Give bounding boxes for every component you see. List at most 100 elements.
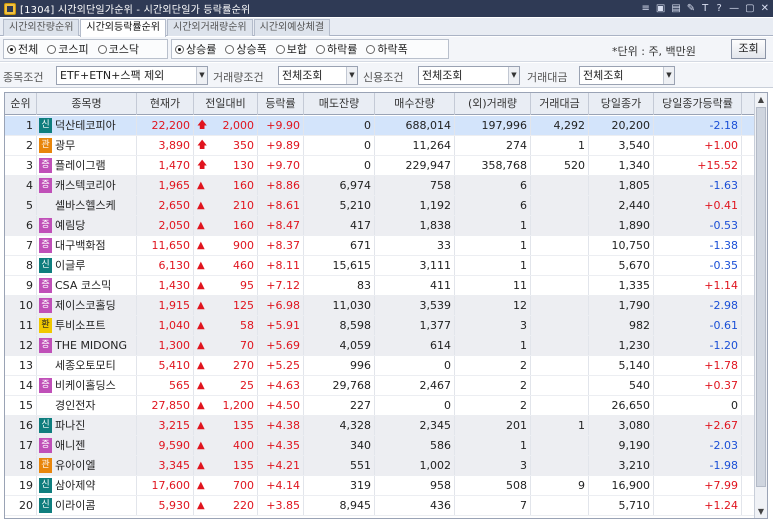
scroll-down-icon[interactable]: ▼ bbox=[755, 505, 767, 518]
save-screen-icon[interactable]: ▣ bbox=[656, 3, 665, 14]
radio-market-all[interactable]: 전체 bbox=[7, 41, 38, 57]
item-condition-select[interactable]: ETF+ETN+스팩 제외 ▼ bbox=[56, 66, 208, 85]
amount-condition-select[interactable]: 전체조회 ▼ bbox=[579, 66, 675, 85]
cell-stock-name[interactable]: 세종오토모티 bbox=[37, 356, 137, 375]
cell-stock-name[interactable]: 관 광무 bbox=[37, 136, 137, 155]
cell-diff: ▲ 135 bbox=[194, 416, 258, 435]
tab-overtime-volume[interactable]: 시간외거래량순위 bbox=[167, 19, 253, 36]
menu-icon[interactable]: ≡ bbox=[641, 3, 649, 14]
column-header-sell-qty[interactable]: 매도잔량 bbox=[304, 93, 375, 115]
cell-stock-name[interactable]: 증 THE MIDONG bbox=[37, 336, 137, 355]
column-header-buy-qty[interactable]: 매수잔량 bbox=[375, 93, 455, 115]
table-row[interactable]: 11 환 투비소프트 1,040 ▲ 58 +5.91 8,598 1,377 3 982 -0.61 bbox=[5, 316, 755, 336]
market-radio-group: 전체 코스피 코스닥 bbox=[3, 39, 168, 59]
table-row[interactable]: 13 세종오토모티 5,410 ▲ 270 +5.25 996 0 2 5,140 +1.78 bbox=[5, 356, 755, 376]
tab-overtime-expected[interactable]: 시간외예상체결 bbox=[253, 19, 331, 36]
cell-volume: 3 bbox=[455, 456, 531, 475]
cell-stock-name[interactable]: 증 대구백화점 bbox=[37, 236, 137, 255]
table-row[interactable]: 7 증 대구백화점 11,650 ▲ 900 +8.37 671 33 1 10,750 -1.38 bbox=[5, 236, 755, 256]
column-header-diff[interactable]: 전일대비 bbox=[194, 93, 258, 115]
filter-row-market: 전체 코스피 코스닥 상승률 상승폭 보합 하락률 하락폭 *단위 : 주, 백… bbox=[0, 37, 773, 62]
radio-market-kospi[interactable]: 코스피 bbox=[47, 41, 89, 57]
table-row[interactable]: 17 증 애니젠 9,590 ▲ 400 +4.35 340 586 1 9,190 -2.03 bbox=[5, 436, 755, 456]
cell-stock-name[interactable]: 증 플레이그램 bbox=[37, 156, 137, 175]
cell-close-rate: -0.53 bbox=[654, 216, 742, 235]
table-row[interactable]: 2 관 광무 3,890 🡅 350 +9.89 0 11,264 274 1 3,540 +1.00 bbox=[5, 136, 755, 156]
cell-volume: 6 bbox=[455, 196, 531, 215]
query-button[interactable]: 조회 bbox=[731, 39, 766, 59]
cell-amount bbox=[531, 256, 589, 275]
cell-stock-name[interactable]: 관 유아이엘 bbox=[37, 456, 137, 475]
table-row[interactable]: 10 증 제이스코홀딩 1,915 ▲ 125 +6.98 11,030 3,539 12 1,79… bbox=[5, 296, 755, 316]
cell-rate: +8.47 bbox=[258, 216, 304, 235]
cell-stock-name[interactable]: 증 캐스텍코리아 bbox=[37, 176, 137, 195]
market-badge: 관 bbox=[39, 458, 52, 473]
unit-label: *단위 : 주, 백만원 bbox=[612, 45, 696, 58]
cell-stock-name[interactable]: 증 비케이홀딩스 bbox=[37, 376, 137, 395]
credit-condition-select[interactable]: 전체조회 ▼ bbox=[418, 66, 520, 85]
table-row[interactable]: 16 신 파나진 3,215 ▲ 135 +4.38 4,328 2,345 201 1 3,080 +… bbox=[5, 416, 755, 436]
table-row[interactable]: 9 증 CSA 코스믹 1,430 ▲ 95 +7.12 83 411 11 1,335 +1.14 bbox=[5, 276, 755, 296]
help-icon[interactable]: ? bbox=[715, 3, 723, 14]
cell-stock-name[interactable]: 환 투비소프트 bbox=[37, 316, 137, 335]
cell-stock-name[interactable]: 증 CSA 코스믹 bbox=[37, 276, 137, 295]
cell-sell-qty: 15,615 bbox=[304, 256, 375, 275]
cell-stock-name[interactable]: 신 이글루 bbox=[37, 256, 137, 275]
cell-stock-name[interactable]: 증 애니젠 bbox=[37, 436, 137, 455]
table-row[interactable]: 15 경인전자 27,850 ▲ 1,200 +4.50 227 0 2 26,650 0 bbox=[5, 396, 755, 416]
table-row[interactable]: 8 신 이글루 6,130 ▲ 460 +8.11 15,615 3,111 1 5,670 -0.3… bbox=[5, 256, 755, 276]
cell-stock-name[interactable]: 증 예림당 bbox=[37, 216, 137, 235]
scroll-thumb[interactable] bbox=[756, 107, 766, 487]
table-row[interactable]: 6 증 예림당 2,050 ▲ 160 +8.47 417 1,838 1 1,890 -0.53 bbox=[5, 216, 755, 236]
column-header-amount[interactable]: 거래대금 bbox=[531, 93, 589, 115]
table-row[interactable]: 1 신 덕산테코피아 22,200 🡅 2,000 +9.90 0 688,014 197,996… bbox=[5, 116, 755, 136]
cell-stock-name[interactable]: 신 파나진 bbox=[37, 416, 137, 435]
radio-rank-rise-amount[interactable]: 상승폭 bbox=[225, 41, 267, 57]
table-row[interactable]: 5 셀바스헬스케 2,650 ▲ 210 +8.61 5,210 1,192 6 2,440 +0.… bbox=[5, 196, 755, 216]
cell-stock-name[interactable]: 셀바스헬스케 bbox=[37, 196, 137, 215]
layout-icon[interactable]: ▤ bbox=[671, 3, 680, 14]
table-row[interactable]: 19 신 삼아제약 17,600 ▲ 700 +4.14 319 958 508 9 16,900 +7… bbox=[5, 476, 755, 496]
radio-rank-flat[interactable]: 보합 bbox=[275, 41, 307, 57]
cell-stock-name[interactable]: 신 덕산테코피아 bbox=[37, 116, 137, 135]
cell-stock-name[interactable]: 증 제이스코홀딩 bbox=[37, 296, 137, 315]
cell-diff: ▲ 460 bbox=[194, 256, 258, 275]
column-header-price[interactable]: 현재가 bbox=[137, 93, 194, 115]
table-row[interactable]: 3 증 플레이그램 1,470 🡅 130 +9.70 0 229,947 358,768 520 1… bbox=[5, 156, 755, 176]
table-row[interactable]: 18 관 유아이엘 3,345 ▲ 135 +4.21 551 1,002 3 3,210 -1.98 bbox=[5, 456, 755, 476]
cell-stock-name[interactable]: 신 이라이콤 bbox=[37, 496, 137, 515]
market-badge bbox=[39, 398, 52, 413]
scroll-up-icon[interactable]: ▲ bbox=[755, 93, 767, 106]
memo-icon[interactable]: ✎ bbox=[687, 3, 695, 14]
column-header-name[interactable]: 종목명 bbox=[37, 93, 137, 115]
table-row[interactable]: 14 증 비케이홀딩스 565 ▲ 25 +4.63 29,768 2,467 2 540 +0.37 bbox=[5, 376, 755, 396]
cell-amount: 4,292 bbox=[531, 116, 589, 135]
vertical-scrollbar[interactable]: ▲ ▼ bbox=[754, 93, 767, 518]
column-header-close-rate[interactable]: 당일종가등락률 bbox=[654, 93, 742, 115]
tab-overtime-change-rate[interactable]: 시간외등락률순위 bbox=[80, 19, 167, 37]
maximize-icon[interactable]: ▢ bbox=[745, 3, 754, 14]
radio-rank-fall-amount[interactable]: 하락폭 bbox=[366, 41, 408, 57]
table-row[interactable]: 12 증 THE MIDONG 1,300 ▲ 70 +5.69 4,059 614 1 1,230… bbox=[5, 336, 755, 356]
column-header-rank[interactable]: 순위 bbox=[5, 93, 37, 115]
cell-rate: +4.35 bbox=[258, 436, 304, 455]
table-row[interactable]: 4 증 캐스텍코리아 1,965 ▲ 160 +8.86 6,974 758 6 1,805 -1.6… bbox=[5, 176, 755, 196]
cell-stock-name[interactable]: 경인전자 bbox=[37, 396, 137, 415]
column-header-volume[interactable]: (외)거래량 bbox=[455, 93, 531, 115]
font-size-icon[interactable]: T bbox=[701, 3, 709, 14]
market-badge: 증 bbox=[39, 378, 52, 393]
table-row[interactable]: 20 신 이라이콤 5,930 ▲ 220 +3.85 8,945 436 7 5,710 +1.24 bbox=[5, 496, 755, 516]
close-icon[interactable]: ✕ bbox=[761, 3, 769, 14]
radio-market-kosdaq[interactable]: 코스닥 bbox=[97, 41, 139, 57]
column-header-close[interactable]: 당일종가 bbox=[589, 93, 654, 115]
cell-buy-qty: 3,111 bbox=[375, 256, 455, 275]
tab-overtime-remaining[interactable]: 시간외잔량순위 bbox=[3, 19, 80, 36]
stock-name-label: 캐스텍코리아 bbox=[55, 179, 116, 192]
volume-condition-select[interactable]: 전체조회 ▼ bbox=[278, 66, 358, 85]
cell-stock-name[interactable]: 신 삼아제약 bbox=[37, 476, 137, 495]
radio-rank-fall-rate[interactable]: 하락률 bbox=[316, 41, 357, 57]
cell-price: 3,890 bbox=[137, 136, 194, 155]
column-header-rate[interactable]: 등락률 bbox=[258, 93, 304, 115]
radio-rank-rise-rate[interactable]: 상승률 bbox=[175, 41, 216, 57]
minimize-icon[interactable]: — bbox=[729, 3, 739, 14]
